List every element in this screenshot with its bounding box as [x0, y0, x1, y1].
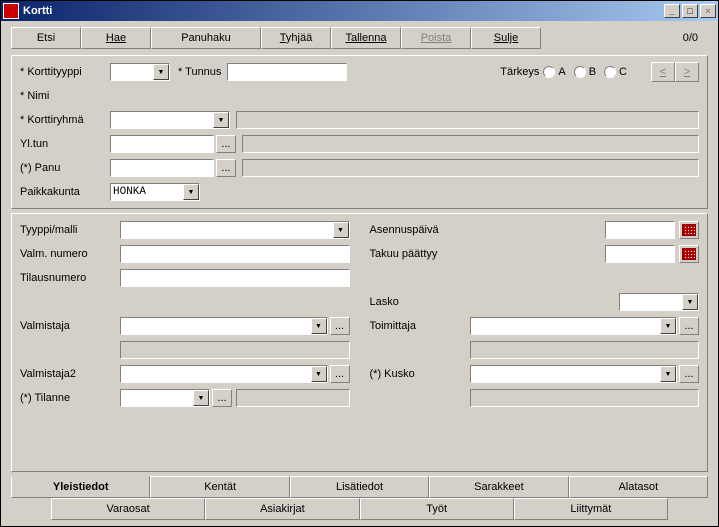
tab-liittymat[interactable]: Liittymät	[514, 498, 668, 520]
valmistaja2-select[interactable]: ▼	[120, 365, 328, 383]
detail-panel: Tyyppi/malli ▼ Valm. numero Tilausnumero…	[11, 213, 708, 472]
toimittaja-label: Toimittaja	[370, 320, 470, 332]
valm-numero-label: Valm. numero	[20, 248, 120, 260]
paikkakunta-label: Paikkakunta	[20, 186, 110, 198]
lasko-label: Lasko	[370, 296, 470, 308]
panu-display	[242, 159, 699, 177]
titlebar: Kortti _ □ ×	[1, 1, 718, 21]
tilanne-select[interactable]: ▼	[120, 389, 210, 407]
tunnus-input[interactable]	[227, 63, 347, 81]
poista-button[interactable]: Poista	[401, 27, 471, 49]
tarkeys-a-radio[interactable]: A	[543, 66, 565, 78]
nimi-label: * Nimi	[20, 90, 110, 102]
chevron-down-icon: ▼	[311, 318, 327, 334]
valmistaja-label: Valmistaja	[20, 320, 120, 332]
valmistaja-browse-button[interactable]: ...	[330, 317, 350, 335]
tunnus-label: * Tunnus	[178, 66, 221, 78]
chevron-down-icon: ▼	[311, 366, 327, 382]
tallenna-button[interactable]: Tallenna	[331, 27, 401, 49]
kusko-label: (*) Kusko	[370, 368, 470, 380]
tyyppimalli-select[interactable]: ▼	[120, 221, 350, 239]
tab-varaosat[interactable]: Varaosat	[51, 498, 205, 520]
takuu-paattyy-date-button[interactable]	[679, 245, 699, 263]
tab-strip-secondary: Varaosat Asiakirjat Työt Liittymät	[11, 498, 708, 520]
chevron-down-icon: ▼	[153, 64, 169, 80]
tilausnumero-label: Tilausnumero	[20, 272, 120, 284]
chevron-down-icon: ▼	[660, 366, 676, 382]
record-counter: 0/0	[683, 32, 708, 44]
tyyppimalli-label: Tyyppi/malli	[20, 224, 120, 236]
hae-button[interactable]: Hae	[81, 27, 151, 49]
valm-numero-input[interactable]	[120, 245, 350, 263]
panu-label: (*) Panu	[20, 162, 110, 174]
korttiryhma-label: * Korttiryhmä	[20, 114, 110, 126]
tyhja-button[interactable]: Tyhjää	[261, 27, 331, 49]
korttityyppi-select[interactable]: ▼	[110, 63, 170, 81]
toimittaja-display	[470, 341, 700, 359]
chevron-down-icon: ▼	[682, 294, 698, 310]
asennuspaiva-date-button[interactable]	[679, 221, 699, 239]
tab-alatasot[interactable]: Alatasot	[569, 476, 708, 498]
chevron-down-icon: ▼	[333, 222, 349, 238]
valmistaja-select[interactable]: ▼	[120, 317, 328, 335]
tab-yleistiedot[interactable]: Yleistiedot	[11, 476, 150, 498]
calendar-icon	[682, 224, 696, 236]
window-title: Kortti	[23, 5, 664, 17]
chevron-down-icon: ▼	[213, 112, 229, 128]
yltun-display	[242, 135, 699, 153]
minimize-button[interactable]: _	[664, 4, 680, 18]
sulje-button[interactable]: Sulje	[471, 27, 541, 49]
toimittaja-browse-button[interactable]: ...	[679, 317, 699, 335]
nav-prev-button[interactable]: <	[651, 62, 675, 82]
tarkeys-label: Tärkeys	[500, 66, 539, 78]
korttiryhma-select[interactable]: ▼	[110, 111, 230, 129]
lasko-select[interactable]: ▼	[619, 293, 699, 311]
takuu-paattyy-label: Takuu päättyy	[370, 248, 470, 260]
tarkeys-c-radio[interactable]: C	[604, 66, 627, 78]
chevron-down-icon: ▼	[183, 184, 199, 200]
etsi-button[interactable]: Etsi	[11, 27, 81, 49]
nav-next-button[interactable]: >	[675, 62, 699, 82]
maximize-button[interactable]: □	[682, 4, 698, 18]
calendar-icon	[682, 248, 696, 260]
yltun-input[interactable]	[110, 135, 214, 153]
tab-sarakkeet[interactable]: Sarakkeet	[429, 476, 568, 498]
korttiryhma-display	[236, 111, 699, 129]
tab-kentat[interactable]: Kentät	[150, 476, 289, 498]
tab-asiakirjat[interactable]: Asiakirjat	[205, 498, 359, 520]
takuu-paattyy-input[interactable]	[605, 245, 675, 263]
asennuspaiva-input[interactable]	[605, 221, 675, 239]
app-icon	[3, 3, 19, 19]
tilanne-browse-button[interactable]: ...	[212, 389, 232, 407]
kusko-display	[470, 389, 700, 407]
toolbar: Etsi Hae Panuhaku Tyhjää Tallenna Poista…	[1, 21, 718, 53]
chevron-down-icon: ▼	[193, 390, 209, 406]
close-button[interactable]: ×	[700, 4, 716, 18]
yltun-label: Yl.tun	[20, 138, 110, 150]
valmistaja2-label: Valmistaja2	[20, 368, 120, 380]
tab-strip-primary: Yleistiedot Kentät Lisätiedot Sarakkeet …	[11, 476, 708, 498]
header-panel: * Korttityyppi ▼ * Tunnus Tärkeys A B C …	[11, 55, 708, 209]
kusko-select[interactable]: ▼	[470, 365, 678, 383]
tilanne-label: (*) Tilanne	[20, 392, 120, 404]
korttityyppi-label: * Korttityyppi	[20, 66, 110, 78]
chevron-down-icon: ▼	[660, 318, 676, 334]
paikkakunta-select[interactable]: HONKA▼	[110, 183, 200, 201]
panu-browse-button[interactable]: ...	[216, 159, 236, 177]
tilausnumero-input[interactable]	[120, 269, 350, 287]
kusko-browse-button[interactable]: ...	[679, 365, 699, 383]
tarkeys-b-radio[interactable]: B	[574, 66, 596, 78]
tilanne-display	[236, 389, 350, 407]
valmistaja2-browse-button[interactable]: ...	[330, 365, 350, 383]
panu-input[interactable]	[110, 159, 214, 177]
tab-lisatiedot[interactable]: Lisätiedot	[290, 476, 429, 498]
yltun-browse-button[interactable]: ...	[216, 135, 236, 153]
panuhaku-button[interactable]: Panuhaku	[151, 27, 261, 49]
tab-tyot[interactable]: Työt	[360, 498, 514, 520]
asennuspaiva-label: Asennuspäivä	[370, 224, 470, 236]
toimittaja-select[interactable]: ▼	[470, 317, 678, 335]
valmistaja-display	[120, 341, 350, 359]
